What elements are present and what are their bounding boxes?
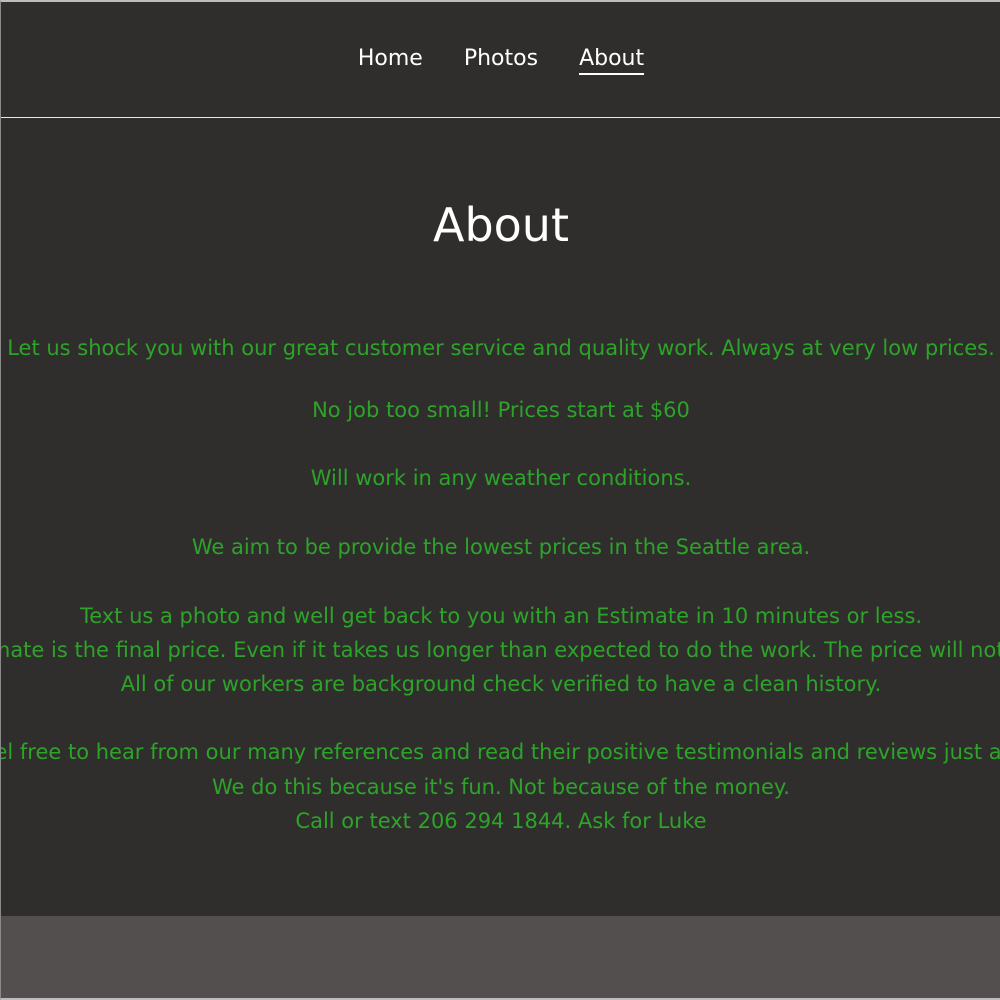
about-line: Call or text 206 294 1844. Ask for Luke <box>295 809 707 833</box>
about-line: We aim to be provide the lowest prices i… <box>191 535 811 559</box>
about-line: No job too small! Prices start at $60 <box>312 398 690 422</box>
site-footer <box>1 916 1000 998</box>
nav-home-link[interactable]: Home <box>358 46 423 73</box>
main-nav: Home Photos About <box>1 46 1000 75</box>
page-title: About <box>432 198 569 252</box>
nav-photos-link[interactable]: Photos <box>464 46 538 73</box>
nav-about-link[interactable]: About <box>579 46 645 75</box>
about-line: Let us shock you with our great customer… <box>7 336 995 360</box>
about-line: We do this because it's fun. Not because… <box>212 775 790 799</box>
about-line: Will work in any weather conditions. <box>310 466 692 490</box>
page-frame: Home Photos About About Let us shock you… <box>0 0 1000 1000</box>
about-line: All of our workers are background check … <box>120 672 882 696</box>
about-line: Our estimate is the final price. Even if… <box>1 638 1000 662</box>
about-line: Feel free to hear from our many referenc… <box>0 740 1000 764</box>
about-line: Text us a photo and well get back to you… <box>79 604 923 628</box>
site-header: Home Photos About <box>1 2 1000 118</box>
